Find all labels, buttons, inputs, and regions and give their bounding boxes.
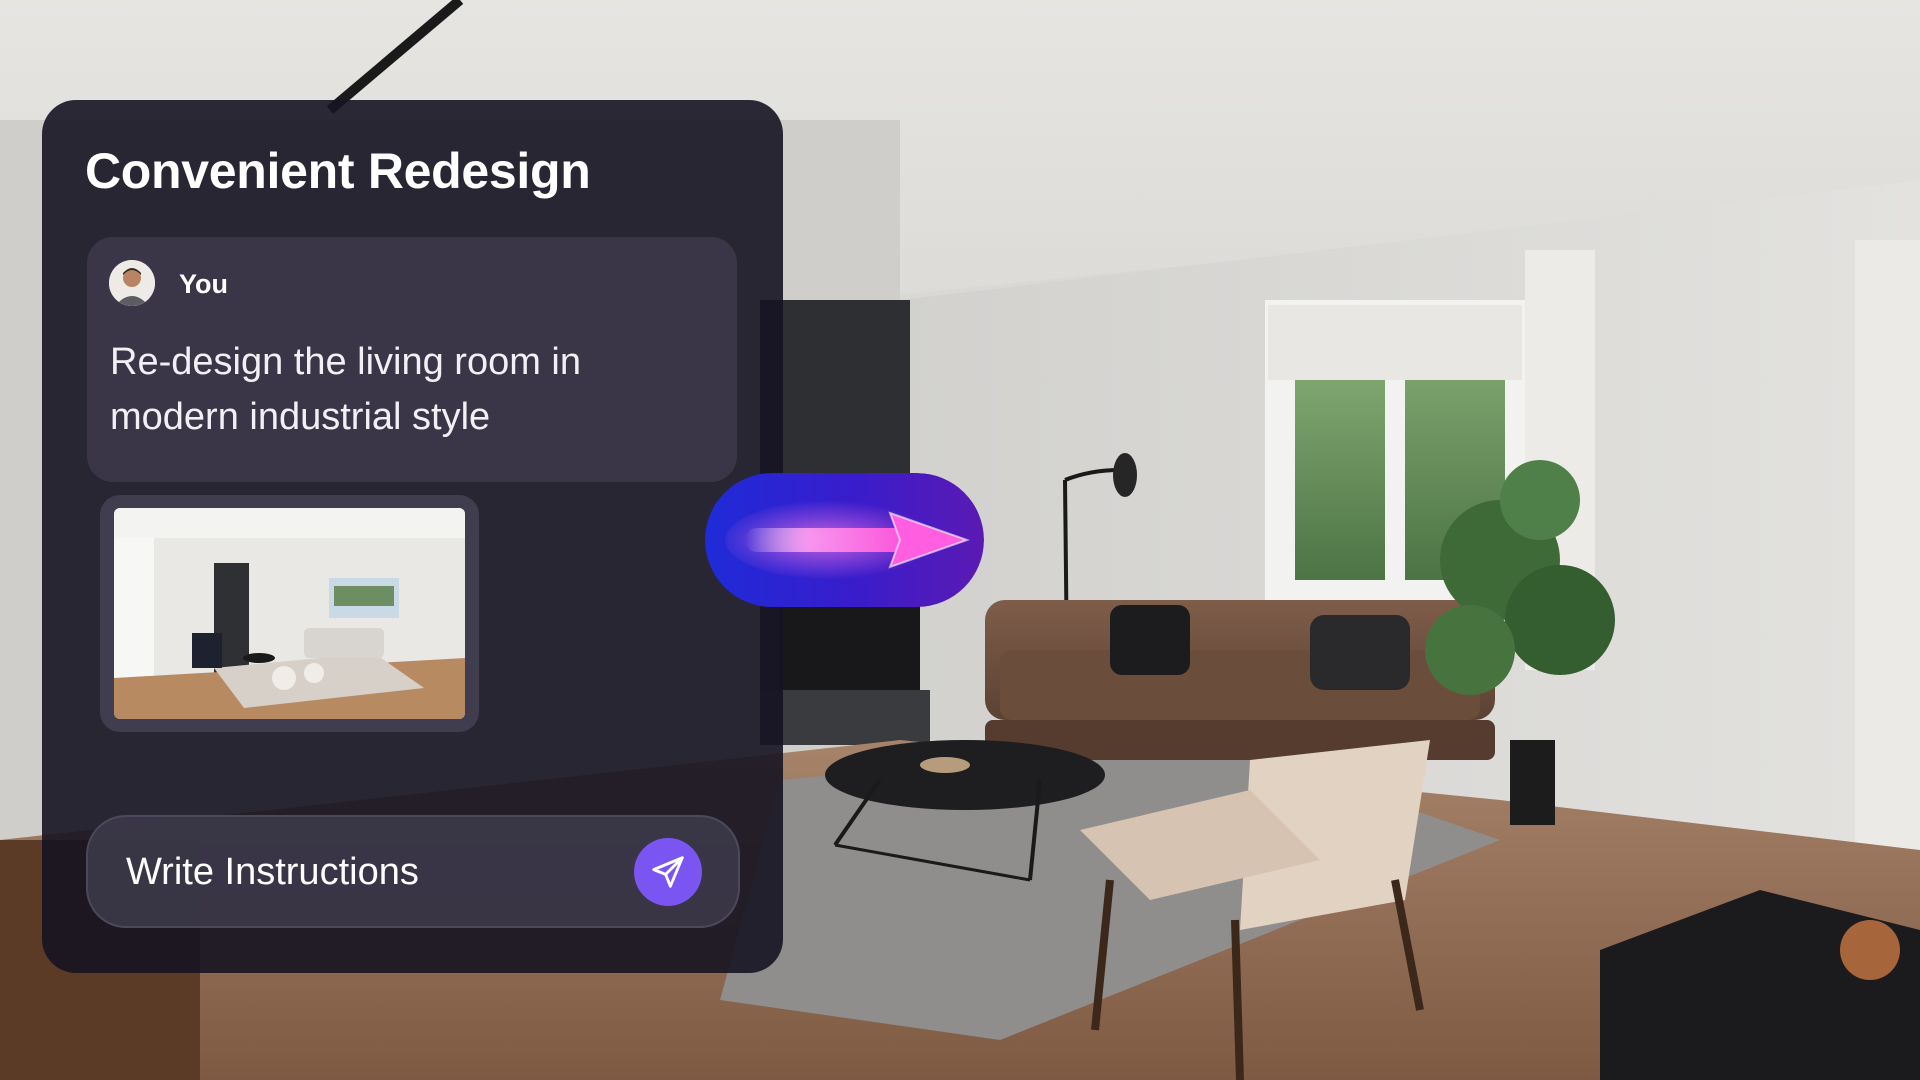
transform-arrow-icon [705,473,984,607]
redesign-chat-panel: Convenient Redesign You Re-design the li… [42,100,783,973]
user-avatar [109,260,155,306]
instruction-input-placeholder: Write Instructions [126,851,419,893]
paper-plane-send-icon [652,856,684,888]
user-message-bubble: You Re-design the living room in modern … [87,237,737,482]
attached-room-photo[interactable] [114,508,465,719]
attached-image-frame[interactable] [100,495,479,732]
panel-title: Convenient Redesign [85,143,591,199]
message-author: You [179,269,228,299]
message-text: Re-design the living room in modern indu… [110,341,582,438]
transform-arrow-badge [705,473,984,607]
send-button[interactable] [634,838,702,906]
